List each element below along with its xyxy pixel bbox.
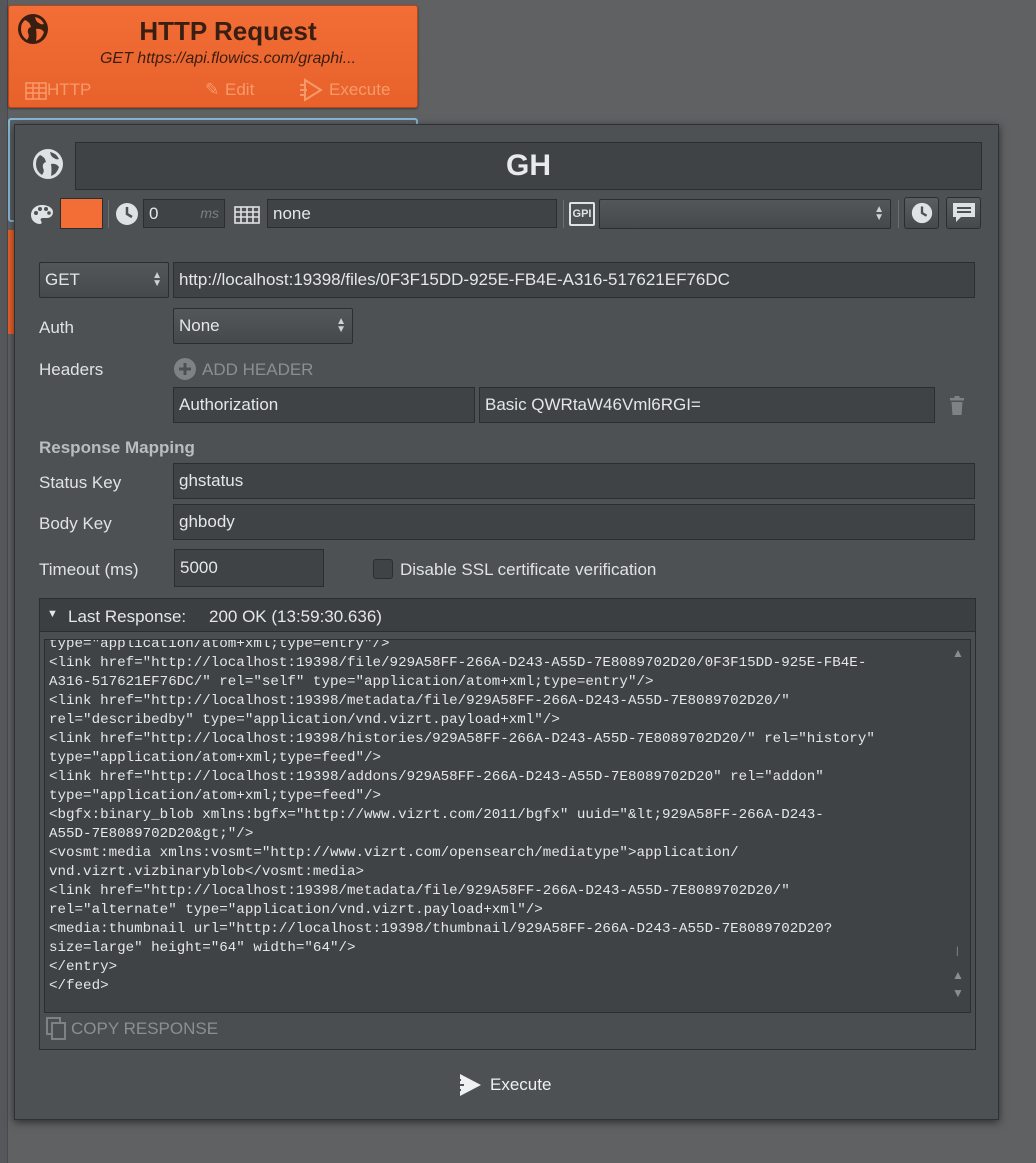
status-key-input[interactable]: ghstatus	[173, 463, 975, 499]
header-key-input[interactable]: Authorization	[173, 387, 475, 423]
trash-icon[interactable]	[949, 396, 965, 415]
card-footer: HTTP ✎ Edit Execute	[19, 78, 407, 102]
plus-circle-icon	[174, 358, 196, 380]
collapse-triangle-icon: ▼	[47, 608, 58, 620]
select-arrows-icon: ▲ ▼	[874, 204, 884, 223]
headers-label: Headers	[39, 360, 104, 379]
method-value: GET	[45, 270, 80, 289]
comment-button[interactable]	[946, 197, 981, 229]
ssl-label: Disable SSL certificate verification	[400, 560, 657, 579]
left-panel-strip	[0, 0, 8, 1163]
delay-value: 0	[149, 204, 159, 223]
last-response-panel: ▼ Last Response: 200 OK (13:59:30.636) t…	[39, 598, 976, 1050]
delay-unit: ms	[200, 205, 219, 221]
last-response-header[interactable]: ▼ Last Response: 200 OK (13:59:30.636)	[40, 599, 975, 632]
card-http-label[interactable]: HTTP	[47, 80, 91, 100]
card-edit-button[interactable]: Edit	[225, 80, 254, 100]
comment-icon	[953, 203, 975, 222]
last-response-status: 200 OK (13:59:30.636)	[209, 607, 382, 626]
clock-icon	[911, 202, 933, 224]
auth-label: Auth	[39, 318, 74, 337]
card-title: HTTP Request	[139, 16, 317, 46]
response-body-text: type="application/atom+xml;type=entry"/>…	[49, 639, 875, 994]
pencil-icon: ✎	[205, 80, 220, 99]
color-swatch[interactable]	[60, 198, 103, 229]
scroll-thumb[interactable]: |	[956, 946, 959, 957]
response-body[interactable]: type="application/atom+xml;type=entry"/>…	[44, 639, 971, 1013]
body-key-label: Body Key	[39, 514, 112, 533]
toolbar-separator	[898, 200, 899, 228]
palette-icon	[31, 205, 53, 224]
clock-icon	[116, 203, 138, 225]
ssl-checkbox[interactable]	[373, 559, 393, 579]
execute-icon	[299, 78, 325, 107]
copy-response-label: COPY RESPONSE	[71, 1019, 219, 1038]
response-mapping-title: Response Mapping	[39, 438, 195, 457]
execute-icon	[455, 1074, 481, 1096]
scroll-up-icon: ▲	[952, 968, 964, 982]
status-key-label: Status Key	[39, 473, 122, 492]
auth-select[interactable]: None ▲ ▼	[173, 308, 353, 344]
keyboard-icon	[234, 206, 260, 224]
method-select[interactable]: GET ▲ ▼	[39, 262, 169, 298]
scroll-up-icon: ▲	[952, 646, 964, 660]
toolbar-separator	[563, 200, 564, 228]
card-execute-button[interactable]: Execute	[329, 80, 390, 100]
globe-icon	[33, 149, 63, 179]
globe-icon	[18, 14, 48, 44]
grid-icon	[25, 82, 47, 105]
url-input[interactable]: http://localhost:19398/files/0F3F15DD-92…	[173, 262, 975, 298]
gpi-select[interactable]: ▲ ▼	[599, 199, 891, 229]
copy-icon	[46, 1017, 66, 1040]
schedule-button[interactable]	[904, 197, 939, 229]
http-request-editor-dialog: GH 0 ms none GPI ▲ ▼ GET ▲ ▼ http://loca…	[14, 124, 999, 1120]
keyboard-shortcut-field[interactable]: none	[267, 199, 557, 228]
select-arrows-icon: ▲ ▼	[336, 316, 346, 335]
timeout-label: Timeout (ms)	[39, 560, 139, 579]
select-arrows-icon: ▲ ▼	[152, 270, 162, 289]
last-response-label: Last Response:	[68, 607, 187, 626]
header-value-input[interactable]: Basic QWRtaW46Vml6RGI=	[479, 387, 935, 423]
gpi-icon: GPI	[569, 202, 595, 226]
card-subtitle: GET https://api.flowics.com/graphi...	[99, 50, 357, 67]
add-header-label: ADD HEADER	[202, 360, 314, 379]
scroll-down-icon: ▼	[952, 986, 964, 1000]
body-key-input[interactable]: ghbody	[173, 504, 975, 540]
auth-value: None	[179, 316, 220, 335]
http-request-card[interactable]: HTTP Request GET https://api.flowics.com…	[8, 5, 418, 108]
execute-label: Execute	[490, 1075, 552, 1094]
name-field[interactable]: GH	[75, 142, 982, 190]
delay-input[interactable]: 0 ms	[143, 199, 225, 228]
timeout-input[interactable]: 5000	[174, 549, 324, 587]
toolbar-separator	[108, 200, 109, 228]
response-scrollbar[interactable]: ▲ | ▲ ▼	[948, 640, 970, 1012]
